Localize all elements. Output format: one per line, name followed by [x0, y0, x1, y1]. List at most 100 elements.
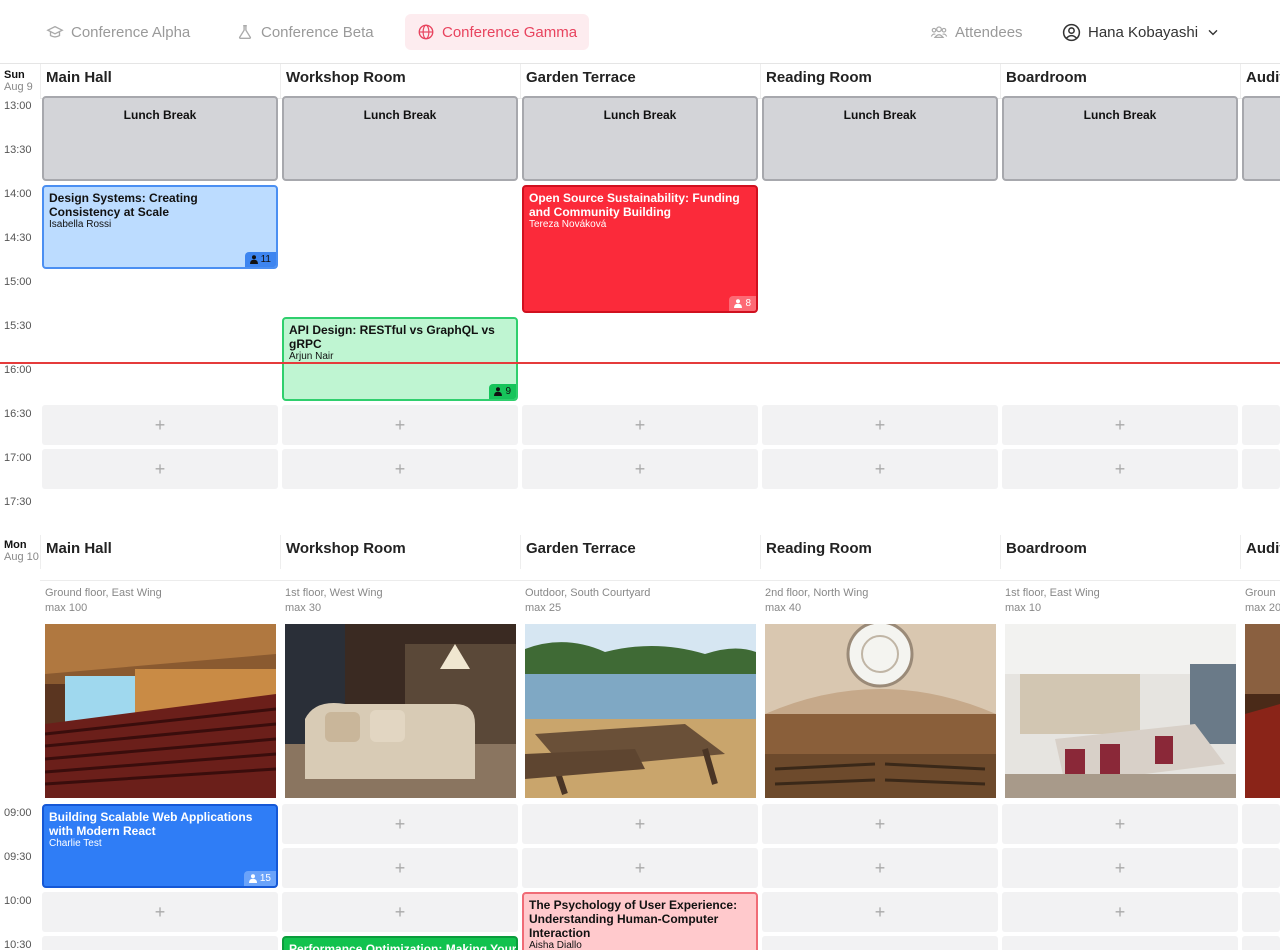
plus-icon: + — [154, 414, 166, 435]
add-session-slot[interactable] — [1242, 405, 1280, 445]
event-psychology-of-ux[interactable]: The Psychology of User Experience: Under… — [522, 892, 758, 950]
current-time-indicator — [0, 362, 1280, 364]
event-title: Lunch Break — [1083, 108, 1157, 122]
attendee-count-badge: 15 — [243, 871, 276, 886]
attendee-count-badge: 8 — [729, 296, 756, 311]
add-session-slot[interactable] — [762, 936, 998, 950]
event-api-design[interactable]: API Design: RESTful vs GraphQL vs gRPC A… — [282, 317, 518, 401]
day-label-mon: Mon Aug 10 — [4, 539, 39, 563]
time-label: 17:00 — [4, 452, 32, 464]
event-building-scalable-web-apps[interactable]: Building Scalable Web Applications with … — [42, 804, 278, 888]
event-title: Lunch Break — [603, 108, 677, 122]
add-session-slot[interactable]: + — [522, 804, 758, 844]
chevron-down-icon — [1208, 29, 1218, 36]
room-name: Boardroom — [1006, 540, 1087, 557]
add-session-slot[interactable]: + — [1002, 848, 1238, 888]
add-session-slot[interactable]: + — [282, 405, 518, 445]
add-session-slot[interactable]: + — [1002, 892, 1238, 932]
add-session-slot[interactable] — [1242, 936, 1280, 950]
add-session-slot[interactable]: + — [762, 449, 998, 489]
plus-icon: + — [154, 901, 166, 922]
add-session-slot[interactable]: + — [522, 449, 758, 489]
add-session-slot[interactable] — [1242, 892, 1280, 932]
room-header-reading-room: Reading Room — [760, 64, 1000, 98]
add-session-slot[interactable]: + — [282, 804, 518, 844]
add-session-slot[interactable]: + — [282, 449, 518, 489]
plus-icon: + — [1114, 901, 1126, 922]
add-session-slot[interactable]: + — [42, 892, 278, 932]
room-header-garden-terrace: Garden Terrace — [520, 64, 760, 98]
user-name: Hana Kobayashi — [1088, 23, 1199, 41]
event-title: The Psychology of User Experience: Under… — [529, 898, 738, 940]
add-session-slot[interactable]: + — [1002, 405, 1238, 445]
add-session-slot[interactable]: + — [762, 848, 998, 888]
room-photo-audit — [1245, 624, 1280, 798]
room-name: Workshop Room — [286, 540, 406, 557]
add-session-slot[interactable] — [1242, 804, 1280, 844]
lunch-break-event[interactable]: Lunch Break — [282, 96, 518, 181]
tab-conference-gamma[interactable]: Conference Gamma — [405, 14, 590, 50]
event-open-source-sustainability[interactable]: Open Source Sustainability: Funding and … — [522, 185, 758, 313]
room-location: Outdoor, South Courtyard — [525, 587, 651, 599]
room-photo-garden-terrace — [525, 624, 756, 798]
add-session-slot[interactable] — [1242, 449, 1280, 489]
time-label: 09:30 — [4, 851, 32, 863]
add-session-slot[interactable]: + — [522, 405, 758, 445]
add-session-slot[interactable]: + — [282, 848, 518, 888]
add-session-slot[interactable] — [42, 936, 278, 950]
time-label: 15:00 — [4, 276, 32, 288]
add-session-slot[interactable]: + — [762, 892, 998, 932]
lunch-break-event[interactable]: Lunch Break — [42, 96, 278, 181]
lunch-break-event[interactable]: Lunch Break — [1002, 96, 1238, 181]
add-session-slot[interactable]: + — [42, 405, 278, 445]
add-session-slot[interactable] — [1002, 936, 1238, 950]
add-session-slot[interactable]: + — [42, 449, 278, 489]
event-speaker: Tereza Nováková — [529, 219, 607, 230]
lunch-break-event[interactable]: Lunch Break — [522, 96, 758, 181]
event-design-systems[interactable]: Design Systems: Creating Consistency at … — [42, 185, 278, 269]
plus-icon: + — [1114, 857, 1126, 878]
room-photo-main-hall — [45, 624, 276, 798]
time-label: 16:00 — [4, 364, 32, 376]
add-session-slot[interactable]: + — [1002, 449, 1238, 489]
plus-icon: + — [874, 901, 886, 922]
add-session-slot[interactable]: + — [522, 848, 758, 888]
plus-icon: + — [394, 414, 406, 435]
add-session-slot[interactable]: + — [1002, 804, 1238, 844]
add-session-slot[interactable] — [1242, 848, 1280, 888]
attendee-count: 15 — [259, 873, 271, 884]
event-performance-optimization[interactable]: Performance Optimization: Making Your — [282, 936, 518, 950]
tab-conference-beta[interactable]: Conference Beta — [224, 14, 386, 50]
room-name: Reading Room — [766, 540, 872, 557]
plus-icon: + — [1114, 458, 1126, 479]
time-label: 15:30 — [4, 320, 32, 332]
lunch-break-event[interactable]: Lunch Break — [762, 96, 998, 181]
room-header-workshop-room: Workshop Room — [280, 535, 520, 569]
room-name: Audit — [1246, 540, 1280, 557]
person-icon — [248, 874, 257, 883]
room-capacity: max 100 — [45, 602, 88, 614]
room-name: Audit — [1246, 69, 1280, 86]
plus-icon: + — [154, 458, 166, 479]
tab-conference-alpha[interactable]: Conference Alpha — [34, 14, 202, 50]
graduation-cap-icon — [46, 25, 64, 38]
attendee-count-badge: 9 — [489, 384, 516, 399]
room-info: Outdoor, South Courtyard max 25 — [525, 586, 650, 616]
add-session-slot[interactable]: + — [762, 804, 998, 844]
time-label: 14:30 — [4, 232, 32, 244]
user-menu[interactable]: Hana Kobayashi — [1062, 14, 1221, 50]
event-title: Building Scalable Web Applications with … — [49, 810, 253, 838]
attendees-link[interactable]: Attendees — [930, 14, 1023, 50]
lunch-break-event[interactable] — [1242, 96, 1280, 181]
add-session-slot[interactable]: + — [762, 405, 998, 445]
add-session-slot[interactable]: + — [282, 892, 518, 932]
plus-icon: + — [1114, 813, 1126, 834]
date: Aug 10 — [4, 551, 39, 563]
weekday: Sun — [4, 69, 25, 81]
room-location: Groun — [1245, 587, 1276, 599]
event-title: Lunch Break — [123, 108, 197, 122]
room-capacity: max 10 — [1005, 602, 1042, 614]
plus-icon: + — [394, 458, 406, 479]
plus-icon: + — [634, 458, 646, 479]
attendee-count-badge: 11 — [244, 252, 276, 267]
